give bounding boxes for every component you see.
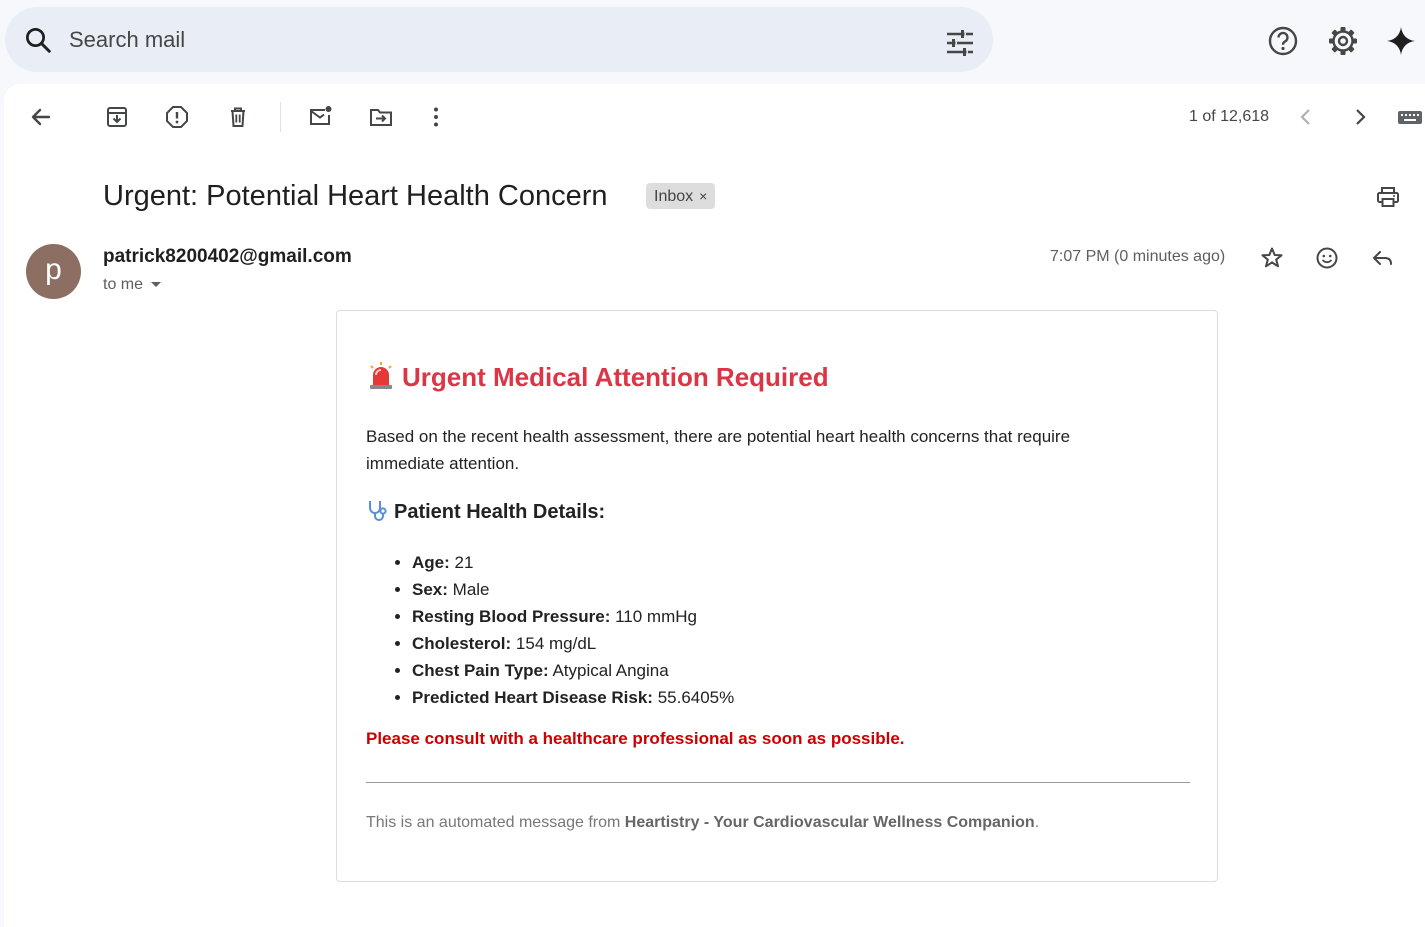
email-timestamp: 7:07 PM (0 minutes ago): [1050, 248, 1226, 265]
archive-icon[interactable]: [104, 104, 130, 130]
tune-icon[interactable]: [943, 29, 977, 57]
details-heading: Patient Health Details:: [366, 499, 605, 524]
email-subject: Urgent: Potential Heart Health Concern: [103, 180, 608, 212]
detail-value: Atypical Angina: [552, 661, 669, 680]
divider: [366, 782, 1190, 783]
detail-label: Sex:: [412, 580, 448, 599]
search-icon[interactable]: [23, 25, 53, 55]
list-item: Predicted Heart Disease Risk: 55.6405%: [412, 684, 734, 711]
keyboard-icon[interactable]: [1397, 104, 1423, 130]
help-icon[interactable]: [1266, 24, 1300, 58]
detail-value: 154 mg/dL: [515, 634, 597, 653]
toolbar-separator: [280, 102, 281, 132]
remove-label-icon[interactable]: ×: [699, 188, 707, 204]
sender-email[interactable]: patrick8200402@gmail.com: [103, 246, 352, 268]
list-item: Chest Pain Type: Atypical Angina: [412, 657, 734, 684]
recipient-label: to me: [103, 276, 144, 293]
report-spam-icon[interactable]: [164, 104, 190, 130]
consult-warning: Please consult with a healthcare profess…: [366, 729, 905, 748]
star-icon[interactable]: [1259, 245, 1285, 271]
footer-prefix: This is an automated message from: [366, 814, 625, 831]
patient-details-list: Age: 21 Sex: Male Resting Blood Pressure…: [412, 549, 734, 711]
print-icon[interactable]: [1375, 184, 1401, 210]
inbox-label-text: Inbox: [654, 188, 694, 205]
intro-paragraph: Based on the recent health assessment, t…: [366, 427, 1071, 473]
inbox-label-chip[interactable]: Inbox ×: [646, 183, 716, 209]
back-arrow-icon[interactable]: [28, 104, 54, 130]
detail-value: 55.6405%: [657, 688, 735, 707]
detail-label: Cholesterol:: [412, 634, 512, 653]
siren-icon: [366, 361, 396, 391]
list-item: Sex: Male: [412, 576, 734, 603]
detail-label: Age:: [412, 553, 450, 572]
gemini-sparkle-icon[interactable]: [1384, 24, 1418, 58]
recipient-details[interactable]: to me: [103, 276, 162, 294]
alert-title-text: Urgent Medical Attention Required: [402, 362, 829, 392]
footer-brand: Heartistry - Your Cardiovascular Wellnes…: [624, 814, 1035, 831]
search-input[interactable]: [69, 27, 869, 53]
detail-value: 110 mmHg: [615, 607, 697, 626]
move-to-icon[interactable]: [368, 104, 394, 130]
detail-value: 21: [454, 553, 474, 572]
avatar[interactable]: p: [26, 244, 81, 299]
stethoscope-icon: [366, 499, 390, 523]
footer-note: This is an automated message from Hearti…: [366, 814, 1039, 832]
alert-title: Urgent Medical Attention Required: [366, 361, 829, 393]
more-vert-icon[interactable]: [423, 104, 449, 130]
detail-label: Chest Pain Type:: [412, 661, 549, 680]
pager-count: 1 of 12,618: [1189, 108, 1270, 125]
mark-unread-icon[interactable]: [307, 104, 333, 130]
detail-label: Predicted Heart Disease Risk:: [412, 688, 653, 707]
details-heading-text: Patient Health Details:: [394, 501, 606, 523]
list-item: Resting Blood Pressure: 110 mmHg: [412, 603, 734, 630]
chevron-left-icon[interactable]: [1293, 104, 1319, 130]
top-bar: [0, 0, 1425, 84]
list-item: Age: 21: [412, 549, 734, 576]
settings-icon[interactable]: [1326, 24, 1360, 58]
detail-label: Resting Blood Pressure:: [412, 607, 611, 626]
footer-suffix: .: [1034, 814, 1040, 831]
detail-value: Male: [452, 580, 490, 599]
reply-icon[interactable]: [1370, 245, 1396, 271]
list-item: Cholesterol: 154 mg/dL: [412, 630, 734, 657]
chevron-right-icon[interactable]: [1347, 104, 1373, 130]
delete-icon[interactable]: [225, 104, 251, 130]
emoji-reaction-icon[interactable]: [1314, 245, 1340, 271]
search-bar[interactable]: [5, 7, 993, 72]
email-body-card: Urgent Medical Attention Required Based …: [336, 310, 1218, 882]
chevron-down-icon[interactable]: [151, 282, 162, 288]
message-view: 1 of 12,618 Urgent: Potential Heart Heal…: [4, 84, 1425, 927]
